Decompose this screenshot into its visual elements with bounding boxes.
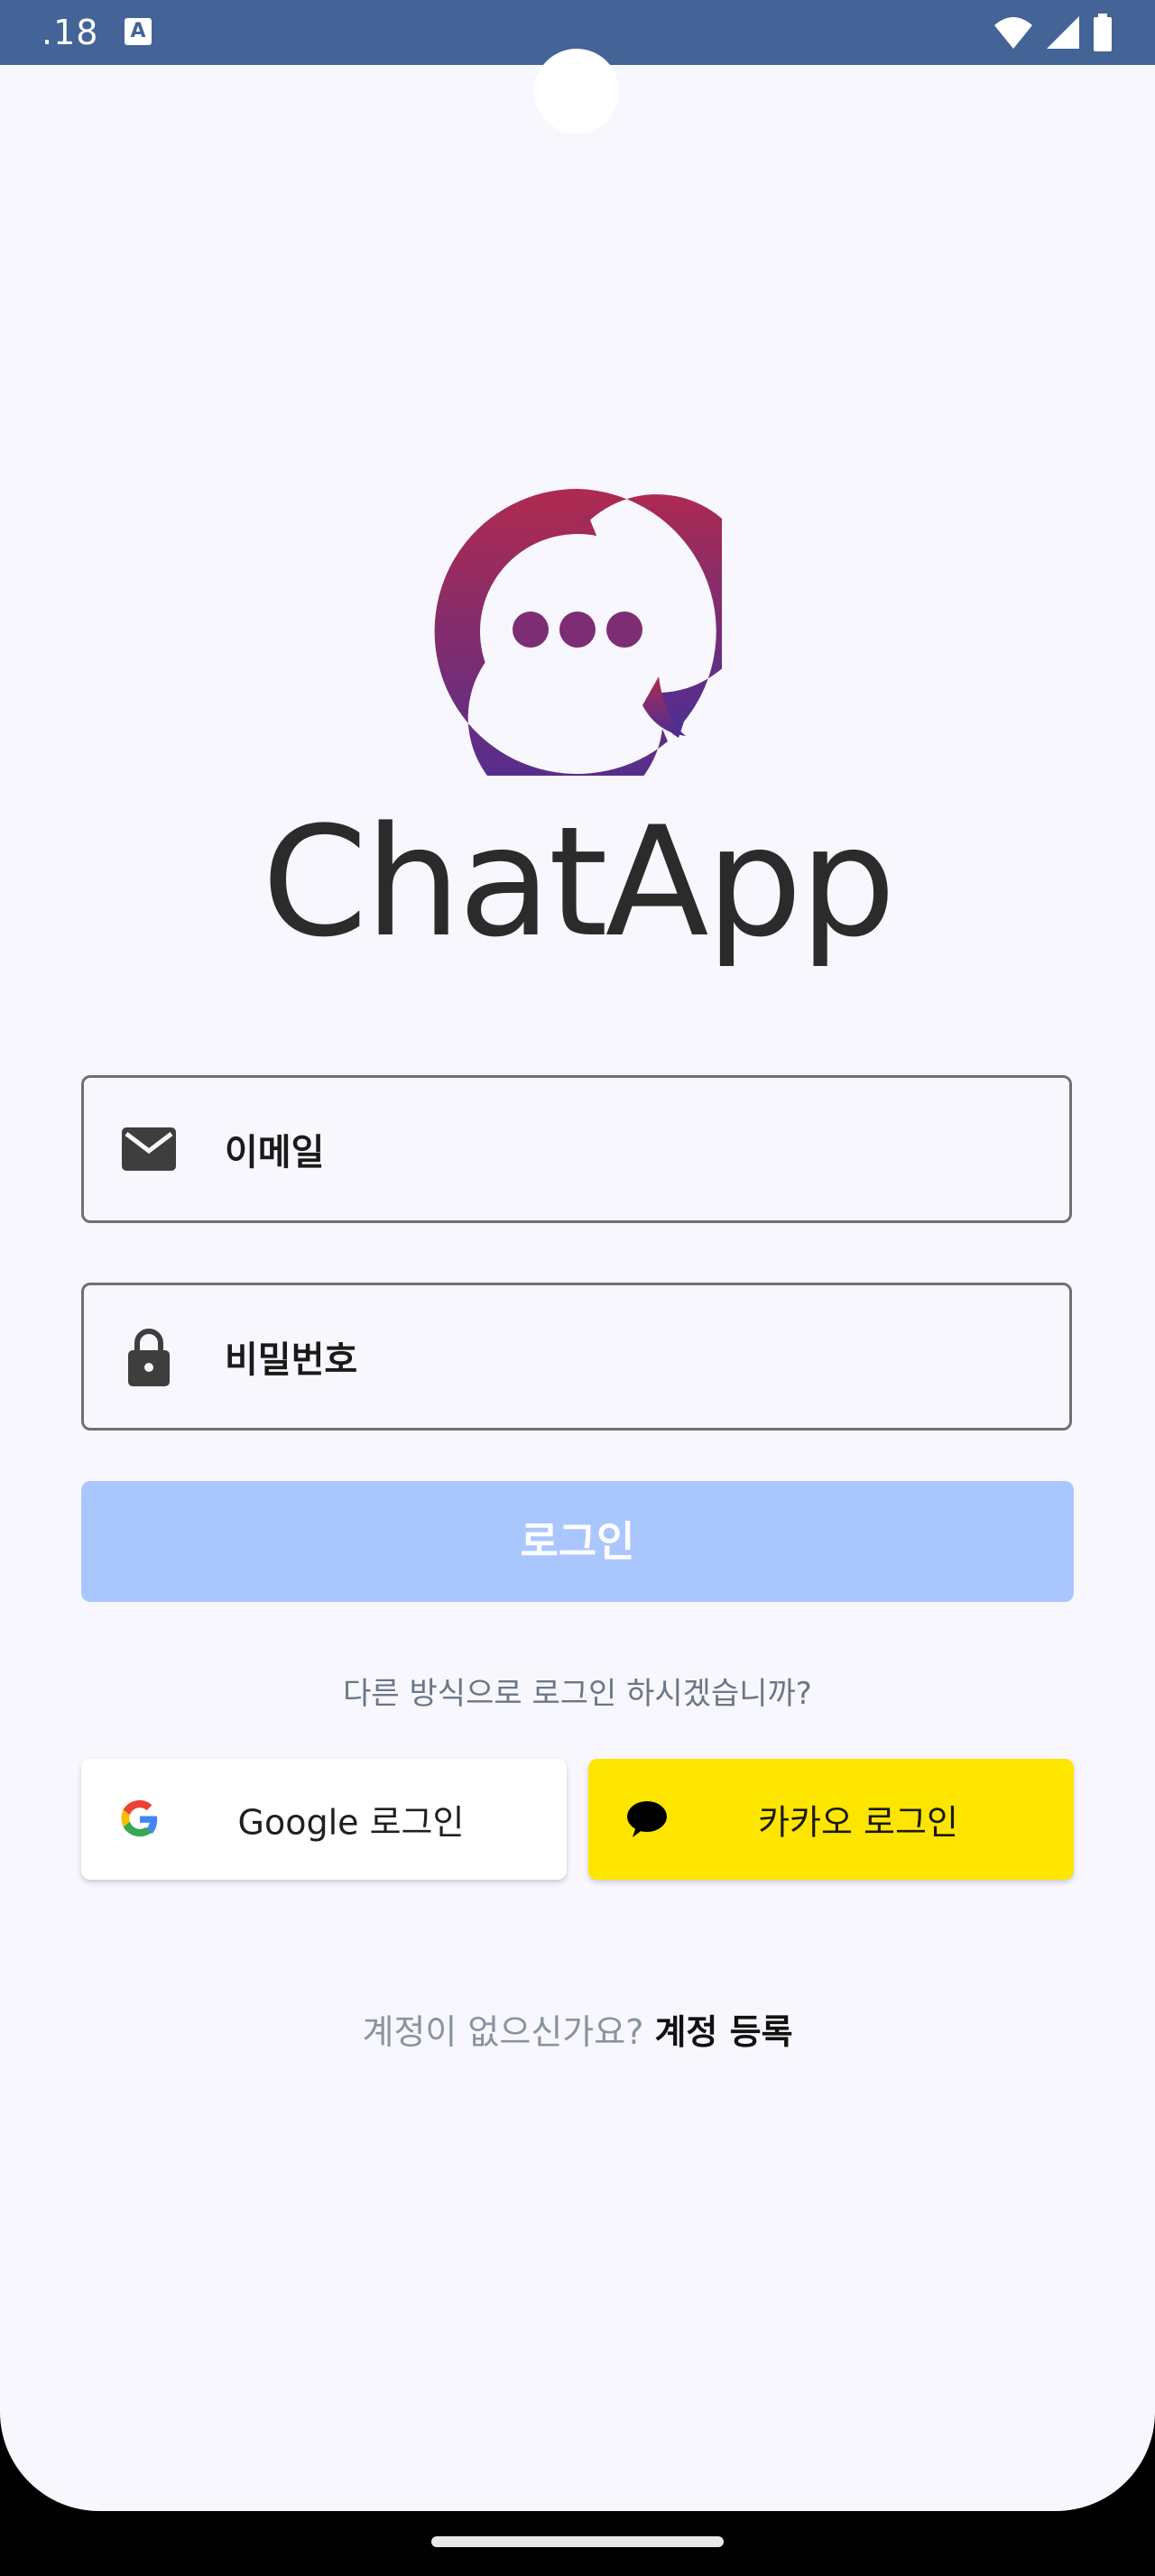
signup-row: 계정이 없으신가요? 계정 등록: [0, 2004, 1155, 2054]
kakao-login-button[interactable]: 카카오 로그인: [588, 1759, 1074, 1880]
app-title: ChatApp: [262, 794, 896, 971]
signal-icon: [1047, 16, 1079, 49]
lock-icon: [120, 1328, 178, 1386]
camera-cutout: [534, 49, 619, 133]
home-indicator[interactable]: [431, 2536, 724, 2547]
status-time: .18: [42, 13, 99, 52]
mail-icon: [120, 1120, 178, 1178]
login-button[interactable]: 로그인: [81, 1481, 1074, 1602]
signup-link[interactable]: 계정 등록: [654, 2012, 792, 2052]
google-login-button[interactable]: Google 로그인: [81, 1759, 567, 1880]
wifi-icon: [994, 17, 1032, 49]
chat-bubble-logo: [434, 488, 722, 776]
email-field[interactable]: 이메일: [81, 1075, 1072, 1223]
notification-icon: A: [125, 18, 152, 45]
device-frame: .18 A ChatApp 이메일 비밀번호 로그인 다른 방식으로 로그인 하…: [0, 0, 1155, 2576]
battery-icon: [1094, 14, 1112, 51]
password-label: 비밀번호: [225, 1339, 358, 1381]
alt-login-prompt: 다른 방식으로 로그인 하시겠습니까?: [343, 1676, 812, 1712]
email-label: 이메일: [225, 1132, 325, 1173]
google-login-label: Google 로그인: [237, 1802, 465, 1843]
kakao-login-label: 카카오 로그인: [758, 1802, 958, 1843]
login-screen: .18 A ChatApp 이메일 비밀번호 로그인 다른 방식으로 로그인 하…: [0, 0, 1155, 2511]
status-icons: [993, 11, 1113, 54]
password-field[interactable]: 비밀번호: [81, 1283, 1072, 1431]
signup-prompt: 계정이 없으신가요?: [362, 2012, 644, 2052]
